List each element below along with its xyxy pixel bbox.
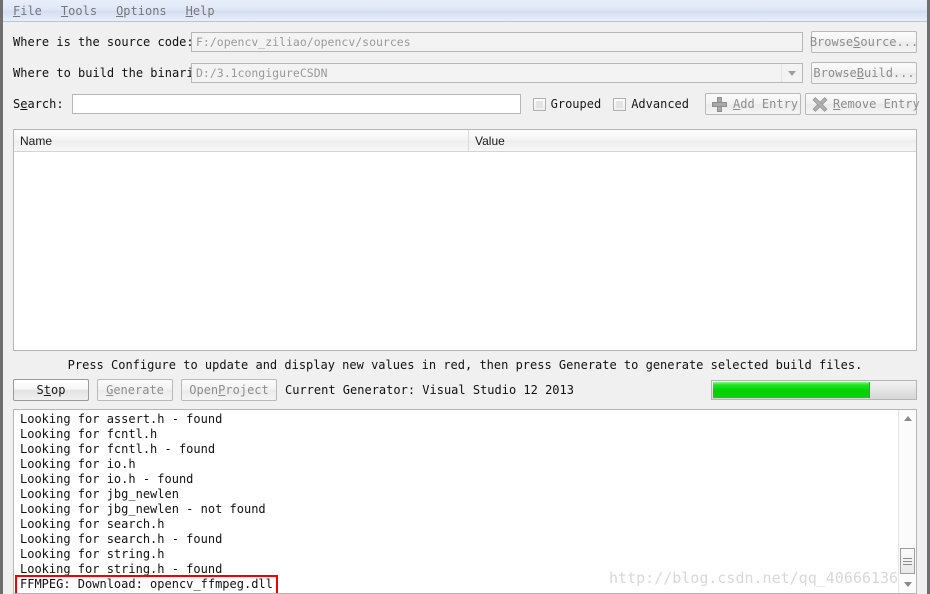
- remove-entry-accel: R: [833, 97, 841, 111]
- column-header-value[interactable]: Value: [469, 130, 916, 151]
- log-line: Looking for assert.h - found: [20, 412, 223, 426]
- log-line: Looking for io.h: [20, 457, 136, 471]
- grouped-checkbox-box[interactable]: [532, 97, 546, 111]
- log-line: Looking for search.h - found: [20, 532, 223, 546]
- scroll-down-icon[interactable]: [899, 576, 916, 593]
- log-scrollbar[interactable]: [898, 410, 916, 593]
- log-line: Looking for io.h - found: [20, 472, 194, 486]
- stop-button[interactable]: St op: [13, 379, 89, 401]
- scrollbar-track[interactable]: [899, 427, 916, 576]
- browse-source-accel: S: [853, 35, 861, 49]
- plus-icon: [712, 96, 727, 112]
- add-entry-post: dd Entry: [740, 97, 799, 111]
- menu-help-label: elp: [192, 3, 215, 18]
- browse-source-button[interactable]: Browse Source...: [809, 31, 919, 53]
- build-row: Where to build the binaries: D:/3.1congi…: [13, 61, 917, 85]
- source-row: Where is the source code: F:/opencv_zili…: [13, 30, 919, 54]
- open-project-pre: Open: [189, 383, 219, 397]
- stop-post: op: [51, 383, 66, 397]
- column-header-name[interactable]: Name: [14, 130, 469, 151]
- remove-entry-post: emove Entry: [840, 97, 920, 111]
- log-line: Looking for string.h: [20, 547, 165, 561]
- browse-source-post: ource...: [860, 35, 919, 49]
- menu-item-options[interactable]: Options: [114, 2, 178, 20]
- menu-help-accel: H: [185, 3, 193, 18]
- current-generator-text: Current Generator: Visual Studio 12 2013: [285, 383, 574, 397]
- build-path-input[interactable]: D:/3.1congigureCSDN: [192, 64, 781, 82]
- search-input[interactable]: [71, 94, 521, 114]
- remove-entry-button[interactable]: Remove Entry: [805, 93, 920, 115]
- stop-pre: S: [36, 383, 44, 397]
- log-line: Looking for fcntl.h - found: [20, 442, 216, 456]
- advanced-checkbox[interactable]: Advanced: [613, 97, 689, 111]
- add-entry-button[interactable]: Add Entry: [705, 93, 801, 115]
- menu-file-label: ile: [20, 3, 42, 18]
- scroll-up-icon[interactable]: [899, 410, 916, 427]
- browse-source-pre: Browse: [809, 35, 854, 49]
- generate-button[interactable]: Generate: [97, 379, 173, 401]
- cache-toolbar: Grouped Advanced Add Entry Remove Entry: [532, 93, 920, 115]
- open-project-accel: P: [218, 383, 226, 397]
- cache-variables-table[interactable]: Name Value: [13, 129, 917, 351]
- output-log-text: Looking for assert.h - found Looking for …: [14, 410, 898, 593]
- path-form: Where is the source code: F:/opencv_zili…: [3, 22, 927, 125]
- log-line: Looking for search.h: [20, 517, 165, 531]
- generate-post: enerate: [113, 383, 164, 397]
- source-path-input[interactable]: F:/opencv_ziliao/opencv/sources: [191, 32, 803, 52]
- search-label: Search:: [13, 97, 72, 111]
- action-bar: St op Generate Open Project Current Gener…: [3, 377, 927, 403]
- table-header-row: Name Value: [14, 130, 916, 152]
- cmake-gui-window: File Tools Options Help Where is the sou…: [0, 0, 930, 594]
- progress-bar: [711, 380, 917, 400]
- build-path-combobox[interactable]: D:/3.1congigureCSDN: [191, 63, 803, 83]
- log-line: Looking for jbg_newlen - not found: [20, 502, 266, 516]
- advanced-label: Advanced: [631, 97, 689, 111]
- log-line: Looking for string.h - found: [20, 562, 223, 576]
- browse-build-button[interactable]: Browse Build...: [811, 62, 917, 84]
- menu-options-label: ptions: [123, 3, 167, 18]
- scrollbar-thumb[interactable]: [900, 548, 915, 574]
- generate-accel: G: [106, 383, 114, 397]
- grouped-label: Grouped: [550, 97, 602, 111]
- open-project-post: roject: [225, 383, 269, 397]
- browse-build-pre: Browse: [813, 66, 857, 80]
- menu-item-tools[interactable]: Tools: [59, 2, 108, 20]
- log-line-highlighted: FFMPEG: Download: opencv_ffmpeg.dll: [15, 575, 278, 593]
- build-label: Where to build the binaries:: [13, 66, 216, 80]
- chevron-down-icon[interactable]: [781, 64, 802, 82]
- add-entry-accel: A: [733, 97, 741, 111]
- close-x-icon: [812, 97, 827, 112]
- search-label-post: arch:: [27, 97, 64, 111]
- table-body[interactable]: [14, 152, 916, 350]
- search-row: Search: Grouped Advanced Add Entry Remov…: [13, 92, 920, 116]
- menu-item-help[interactable]: Help: [184, 2, 226, 20]
- browse-build-accel: B: [856, 66, 865, 80]
- grouped-checkbox[interactable]: Grouped: [532, 97, 602, 111]
- menu-item-file[interactable]: File: [11, 2, 53, 20]
- configure-hint-text: Press Configure to update and display ne…: [67, 358, 863, 372]
- stop-accel: t: [43, 383, 51, 397]
- log-line: Looking for jbg_newlen: [20, 487, 179, 501]
- browse-build-post: uild...: [864, 66, 915, 80]
- log-line: Looking for fcntl.h: [20, 427, 158, 441]
- grip-icon: [903, 556, 912, 567]
- source-label: Where is the source code:: [13, 35, 194, 49]
- menu-bar: File Tools Options Help: [3, 0, 927, 22]
- progress-bar-fill: [713, 382, 870, 398]
- advanced-checkbox-box[interactable]: [613, 97, 627, 111]
- output-log-panel[interactable]: Looking for assert.h - found Looking for …: [13, 409, 917, 594]
- menu-tools-label: ools: [68, 3, 98, 18]
- open-project-button[interactable]: Open Project: [181, 379, 277, 401]
